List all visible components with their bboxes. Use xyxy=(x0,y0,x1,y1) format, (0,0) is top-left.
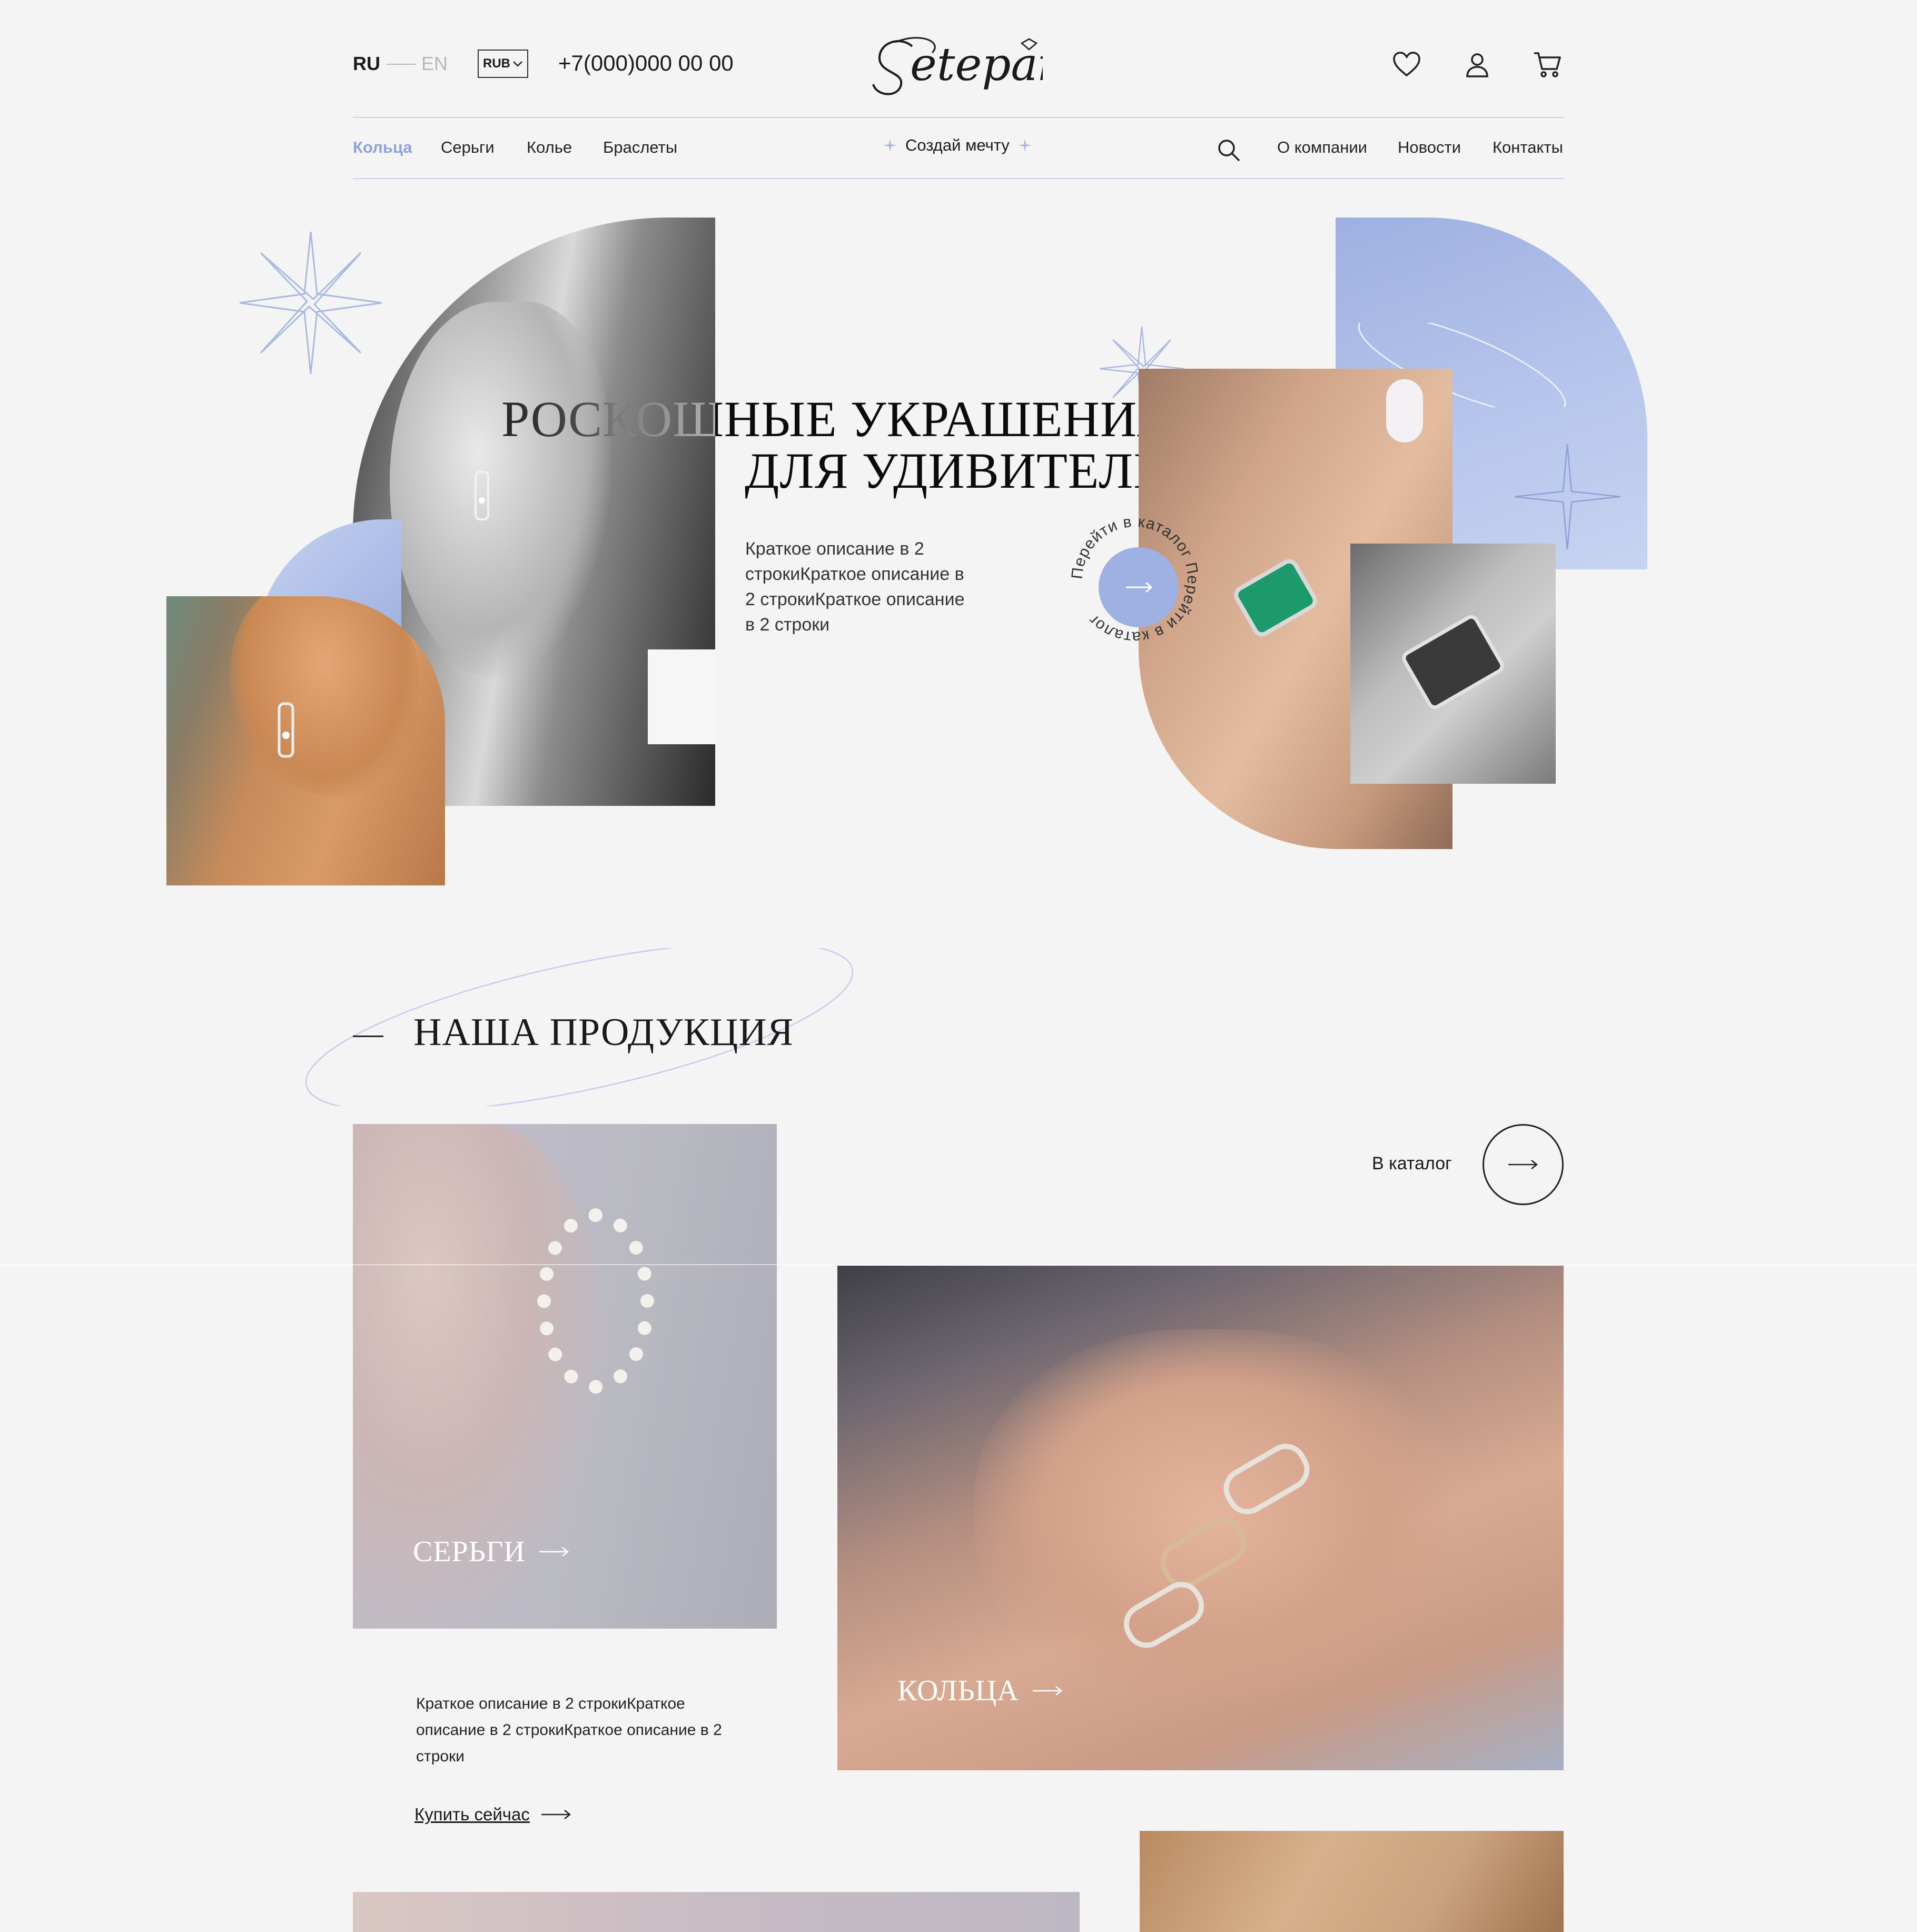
currency-label: RUB xyxy=(483,56,510,71)
hero-title-line1: РОСКОШНЫЕ УКРАШЕНИЯ xyxy=(501,391,1172,447)
nav-about[interactable]: О компании xyxy=(1277,138,1367,157)
search-icon xyxy=(1218,140,1240,162)
buy-now-label: Купить сейчас xyxy=(414,1805,530,1824)
earring-detail xyxy=(475,471,489,520)
product-description: Краткое описание в 2 строкиКраткое описа… xyxy=(416,1695,722,1765)
logo-mark: etepai xyxy=(872,37,1052,95)
catalog-button[interactable] xyxy=(1483,1124,1564,1205)
rings-card-label: КОЛЬЦА xyxy=(897,1674,1062,1708)
hero-description: Краткое описание в 2 строкиКраткое описа… xyxy=(745,539,965,635)
circle-text: Перейти в каталог Перейти в каталог xyxy=(1069,513,1201,646)
account-button[interactable] xyxy=(1463,50,1492,80)
product-card-bottom-right[interactable] xyxy=(1140,1831,1564,1932)
nav-create-dream-label: Создай мечту xyxy=(905,136,1010,154)
star-decoration xyxy=(240,232,382,374)
rings-card-title: КОЛЬЦА xyxy=(897,1674,1019,1707)
section-title: НАША ПРОДУКЦИЯ xyxy=(413,1011,794,1054)
nav-necklaces[interactable]: Колье xyxy=(527,138,572,157)
star-decoration xyxy=(1515,444,1620,549)
heart-icon xyxy=(1393,52,1420,77)
buy-now-link[interactable]: Купить сейчас xyxy=(414,1805,571,1825)
header-divider-bottom xyxy=(353,178,1564,179)
earrings-card-label: СЕРЬГИ xyxy=(413,1535,569,1569)
nav-rings[interactable]: Кольца xyxy=(353,138,412,157)
favorites-button[interactable] xyxy=(1392,50,1421,80)
section-title-dash xyxy=(353,1036,383,1037)
sparkle-icon xyxy=(883,139,897,152)
chevron-down-icon xyxy=(513,61,522,67)
arrow-right-icon xyxy=(541,1810,571,1819)
product-card-earrings[interactable]: СЕРЬГИ xyxy=(353,1124,777,1629)
emerald-ring xyxy=(1236,561,1315,634)
catalog-circle-button[interactable]: Перейти в каталог Перейти в каталог xyxy=(1069,513,1201,646)
search-button[interactable] xyxy=(1217,138,1241,165)
hero-ear-photo xyxy=(166,596,445,885)
nav-create-dream[interactable]: Создай мечту xyxy=(883,136,1032,155)
cart-button[interactable] xyxy=(1533,50,1562,80)
phone-number[interactable]: +7(000)000 00 00 xyxy=(558,51,734,76)
language-ru[interactable]: RU xyxy=(353,53,380,75)
product-card-rings[interactable]: КОЛЬЦА xyxy=(837,1266,1564,1770)
language-divider xyxy=(387,64,416,65)
catalog-link-label[interactable]: В каталог xyxy=(1372,1154,1452,1174)
sparkle-icon xyxy=(1017,139,1032,152)
product-card-bottom-left[interactable] xyxy=(353,1892,1080,1932)
hero-ring-bw-photo xyxy=(1350,544,1556,784)
svg-text:etepai: etepai xyxy=(910,38,1043,91)
arrow-right-icon xyxy=(1032,1686,1062,1696)
nav-bracelets[interactable]: Браслеты xyxy=(603,138,677,157)
nav-news[interactable]: Новости xyxy=(1398,138,1461,157)
user-icon xyxy=(1466,53,1488,77)
language-en[interactable]: EN xyxy=(421,53,448,75)
pearl-earring xyxy=(537,1208,654,1394)
nav-contacts[interactable]: Контакты xyxy=(1493,138,1563,157)
currency-select[interactable]: RUB xyxy=(478,50,528,78)
arrow-right-icon xyxy=(1508,1160,1538,1169)
arrow-right-icon xyxy=(539,1547,569,1556)
brand-logo[interactable]: etepai xyxy=(864,21,1052,105)
nav-earrings[interactable]: Серьги xyxy=(441,138,495,157)
section-divider xyxy=(0,1264,1917,1265)
earrings-card-title: СЕРЬГИ xyxy=(413,1535,526,1568)
header-divider-top xyxy=(353,117,1564,118)
cart-icon xyxy=(1534,52,1561,77)
earring-detail xyxy=(278,702,294,758)
